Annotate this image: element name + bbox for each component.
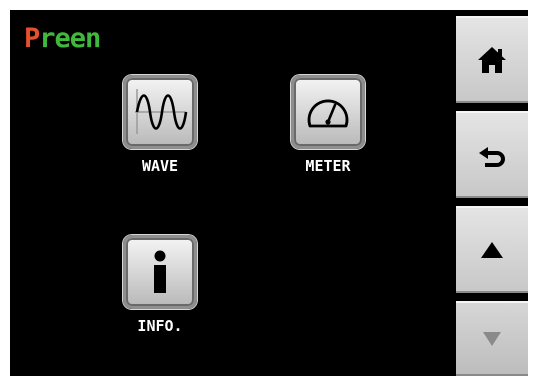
meter-button[interactable] [291, 75, 365, 149]
side-nav [456, 10, 528, 376]
device-screen: Preen WAVE METER INFO. [10, 10, 528, 376]
info-label: INFO. [137, 317, 183, 335]
back-arrow-icon [479, 146, 505, 167]
home-button[interactable] [456, 16, 528, 103]
brand-logo: Preen [24, 23, 101, 54]
wave-button[interactable] [123, 75, 197, 149]
app-info[interactable]: INFO. [114, 235, 206, 335]
app-wave[interactable]: WAVE [114, 75, 206, 175]
meter-label: METER [305, 157, 351, 175]
logo-text-rest: reen [39, 23, 101, 54]
info-button[interactable] [123, 235, 197, 309]
up-triangle-icon [481, 241, 503, 258]
logo-letter-p: P [24, 23, 40, 54]
home-icon [478, 46, 506, 73]
wave-label: WAVE [141, 157, 179, 175]
sine-wave-icon [135, 89, 188, 134]
gauge-icon [307, 99, 349, 128]
scroll-up-button[interactable] [456, 206, 528, 293]
down-triangle-icon [483, 331, 501, 346]
app-meter[interactable]: METER [282, 75, 374, 175]
info-icon [154, 250, 166, 293]
scroll-down-button[interactable] [456, 301, 528, 376]
back-button[interactable] [456, 111, 528, 198]
